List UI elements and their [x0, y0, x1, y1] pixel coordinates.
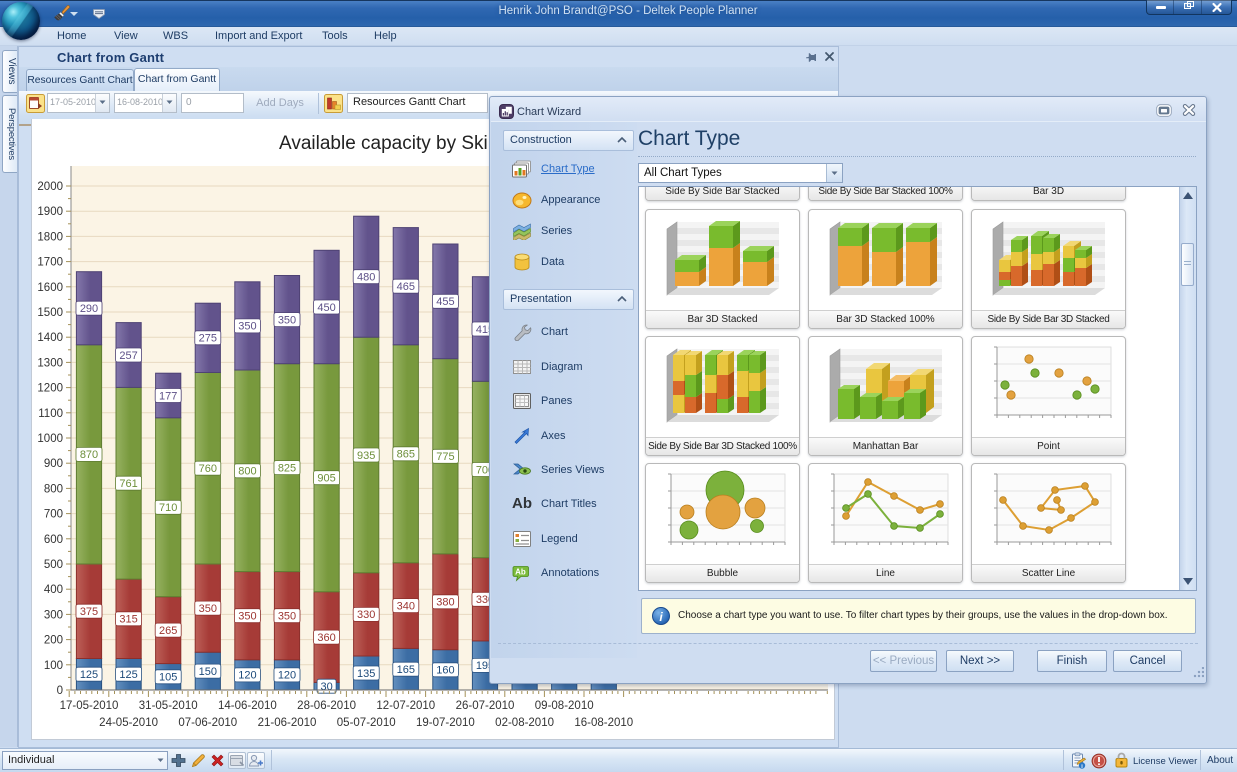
- svg-text:761: 761: [119, 478, 137, 490]
- svg-text:1800: 1800: [37, 231, 63, 243]
- svg-text:17-05-2010: 17-05-2010: [60, 700, 119, 712]
- svg-text:0: 0: [57, 685, 63, 697]
- svg-text:1300: 1300: [37, 357, 63, 369]
- svg-text:330: 330: [357, 609, 375, 621]
- svg-text:120: 120: [238, 670, 256, 682]
- svg-text:200: 200: [44, 635, 63, 647]
- svg-text:760: 760: [199, 463, 217, 475]
- svg-text:150: 150: [199, 666, 217, 678]
- svg-text:31-05-2010: 31-05-2010: [139, 700, 198, 712]
- svg-text:02-08-2010: 02-08-2010: [495, 717, 554, 729]
- svg-text:16-08-2010: 16-08-2010: [574, 717, 633, 729]
- svg-text:350: 350: [238, 611, 256, 623]
- svg-text:375: 375: [80, 606, 98, 618]
- svg-text:900: 900: [44, 458, 63, 470]
- svg-text:125: 125: [119, 669, 137, 681]
- svg-text:120: 120: [278, 670, 296, 682]
- svg-text:340: 340: [397, 600, 415, 612]
- svg-text:1600: 1600: [37, 282, 63, 294]
- svg-text:1200: 1200: [37, 383, 63, 395]
- svg-text:1400: 1400: [37, 332, 63, 344]
- svg-text:125: 125: [80, 669, 98, 681]
- svg-text:26-07-2010: 26-07-2010: [456, 700, 515, 712]
- svg-text:290: 290: [80, 303, 98, 315]
- svg-text:19-07-2010: 19-07-2010: [416, 717, 475, 729]
- svg-text:30: 30: [320, 681, 332, 693]
- svg-text:275: 275: [199, 333, 217, 345]
- svg-text:350: 350: [199, 603, 217, 615]
- svg-text:350: 350: [238, 321, 256, 333]
- svg-text:05-07-2010: 05-07-2010: [337, 717, 396, 729]
- svg-text:500: 500: [44, 559, 63, 571]
- svg-text:300: 300: [44, 609, 63, 621]
- svg-text:12-07-2010: 12-07-2010: [376, 700, 435, 712]
- svg-text:257: 257: [119, 350, 137, 362]
- svg-text:07-06-2010: 07-06-2010: [178, 717, 237, 729]
- svg-text:1700: 1700: [37, 257, 63, 269]
- svg-text:600: 600: [44, 534, 63, 546]
- svg-text:160: 160: [436, 665, 454, 677]
- svg-text:480: 480: [357, 272, 375, 284]
- svg-text:360: 360: [317, 632, 335, 644]
- svg-text:135: 135: [357, 668, 375, 680]
- svg-text:100: 100: [44, 660, 63, 672]
- svg-text:105: 105: [159, 672, 177, 684]
- svg-text:350: 350: [278, 314, 296, 326]
- svg-text:865: 865: [397, 449, 415, 461]
- svg-text:935: 935: [357, 450, 375, 462]
- svg-text:905: 905: [317, 473, 335, 485]
- svg-text:1100: 1100: [38, 408, 63, 420]
- svg-text:265: 265: [159, 625, 177, 637]
- svg-text:350: 350: [278, 611, 296, 623]
- svg-text:380: 380: [436, 597, 454, 609]
- svg-text:465: 465: [397, 281, 415, 293]
- svg-text:Ab: Ab: [515, 568, 526, 577]
- svg-text:775: 775: [436, 451, 454, 463]
- svg-text:455: 455: [436, 296, 454, 308]
- svg-text:1500: 1500: [37, 307, 63, 319]
- svg-text:24-05-2010: 24-05-2010: [99, 717, 158, 729]
- svg-text:450: 450: [317, 302, 335, 314]
- svg-text:800: 800: [238, 466, 256, 478]
- svg-text:315: 315: [119, 614, 137, 626]
- svg-text:09-08-2010: 09-08-2010: [535, 700, 594, 712]
- svg-text:700: 700: [44, 509, 63, 521]
- svg-text:21-06-2010: 21-06-2010: [258, 717, 317, 729]
- svg-text:870: 870: [80, 449, 98, 461]
- svg-text:1000: 1000: [37, 433, 63, 445]
- svg-text:165: 165: [397, 664, 415, 676]
- svg-text:800: 800: [44, 483, 63, 495]
- svg-text:400: 400: [44, 584, 63, 596]
- svg-text:177: 177: [159, 390, 177, 402]
- svg-text:28-06-2010: 28-06-2010: [297, 700, 356, 712]
- svg-text:1900: 1900: [37, 206, 63, 218]
- svg-text:825: 825: [278, 462, 296, 474]
- svg-text:14-06-2010: 14-06-2010: [218, 700, 277, 712]
- svg-text:710: 710: [159, 502, 177, 514]
- svg-text:2000: 2000: [37, 181, 63, 193]
